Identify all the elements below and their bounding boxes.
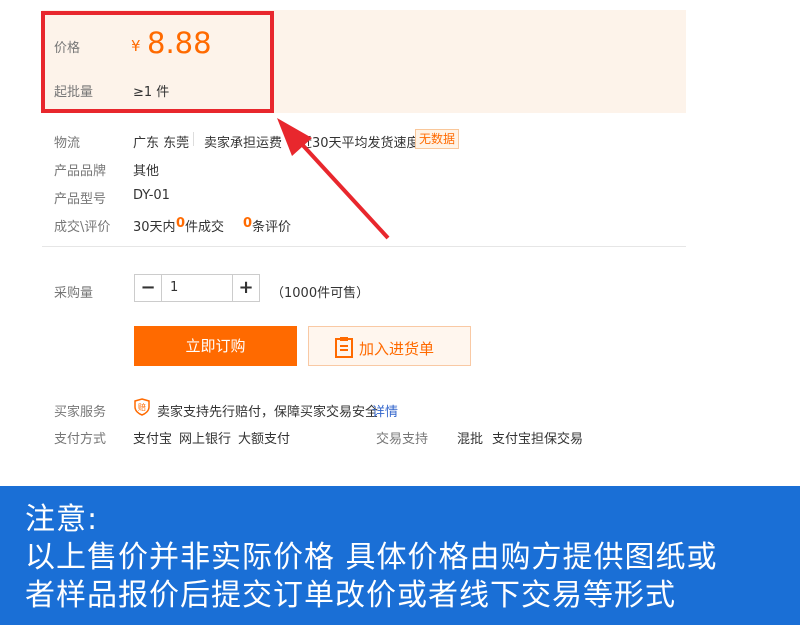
brand-value: 其他 xyxy=(133,164,160,179)
review-count: 0 xyxy=(243,216,253,231)
stock-text: （1000件可售） xyxy=(271,286,370,301)
notice-text: 者样品报价后提交订单改价或者线下交易等形式 xyxy=(25,578,676,613)
logistics-label: 物流 xyxy=(54,136,81,151)
payment-method: 大额支付 xyxy=(238,432,291,447)
deal-suffix: 件成交 xyxy=(185,220,225,235)
trade-label: 交易支持 xyxy=(376,432,429,447)
trade-method: 混批 xyxy=(457,432,484,447)
review-suffix: 条评价 xyxy=(252,220,292,235)
order-now-button[interactable]: 立即订购 xyxy=(134,326,297,366)
payment-label: 支付方式 xyxy=(54,432,107,447)
clipboard-icon xyxy=(335,337,353,358)
model-value: DY-01 xyxy=(133,188,170,203)
svg-text:赔: 赔 xyxy=(138,402,146,412)
service-details-link[interactable]: 详情 xyxy=(372,401,398,420)
highlight-box xyxy=(41,11,274,113)
model-label: 产品型号 xyxy=(54,192,107,207)
add-to-cart-label: 加入进货单 xyxy=(359,340,435,358)
quantity-input[interactable]: 1 xyxy=(162,275,240,301)
logistics-speed-label: 近30天平均发货速度： xyxy=(299,136,433,151)
separator xyxy=(193,132,194,146)
shield-icon: 赔 xyxy=(134,398,150,416)
deals-period: 30天内 xyxy=(133,220,176,235)
service-text: 卖家支持先行赔付，保障买家交易安全 xyxy=(157,405,379,420)
divider xyxy=(42,246,686,247)
deal-count: 0 xyxy=(176,216,186,231)
deals-label: 成交\评价 xyxy=(54,220,111,235)
trade-method: 支付宝担保交易 xyxy=(492,432,584,447)
plus-icon[interactable]: + xyxy=(232,275,259,301)
brand-label: 产品品牌 xyxy=(54,164,107,179)
add-to-cart-button[interactable]: 加入进货单 xyxy=(308,326,471,366)
speed-value-badge: 无数据 xyxy=(415,129,460,149)
quantity-stepper: − 1 + xyxy=(134,274,260,302)
logistics-location: 广东 东莞 xyxy=(133,136,190,151)
payment-method: 支付宝 xyxy=(133,432,173,447)
purchase-label: 采购量 xyxy=(54,286,94,301)
service-label: 买家服务 xyxy=(54,405,107,420)
minus-icon[interactable]: − xyxy=(135,275,162,301)
logistics-shipping: 卖家承担运费 xyxy=(204,136,283,151)
payment-method: 网上银行 xyxy=(179,432,232,447)
notice-banner: 注意: 以上售价并非实际价格 具体价格由购方提供图纸或 者样品报价后提交订单改价… xyxy=(0,486,800,625)
